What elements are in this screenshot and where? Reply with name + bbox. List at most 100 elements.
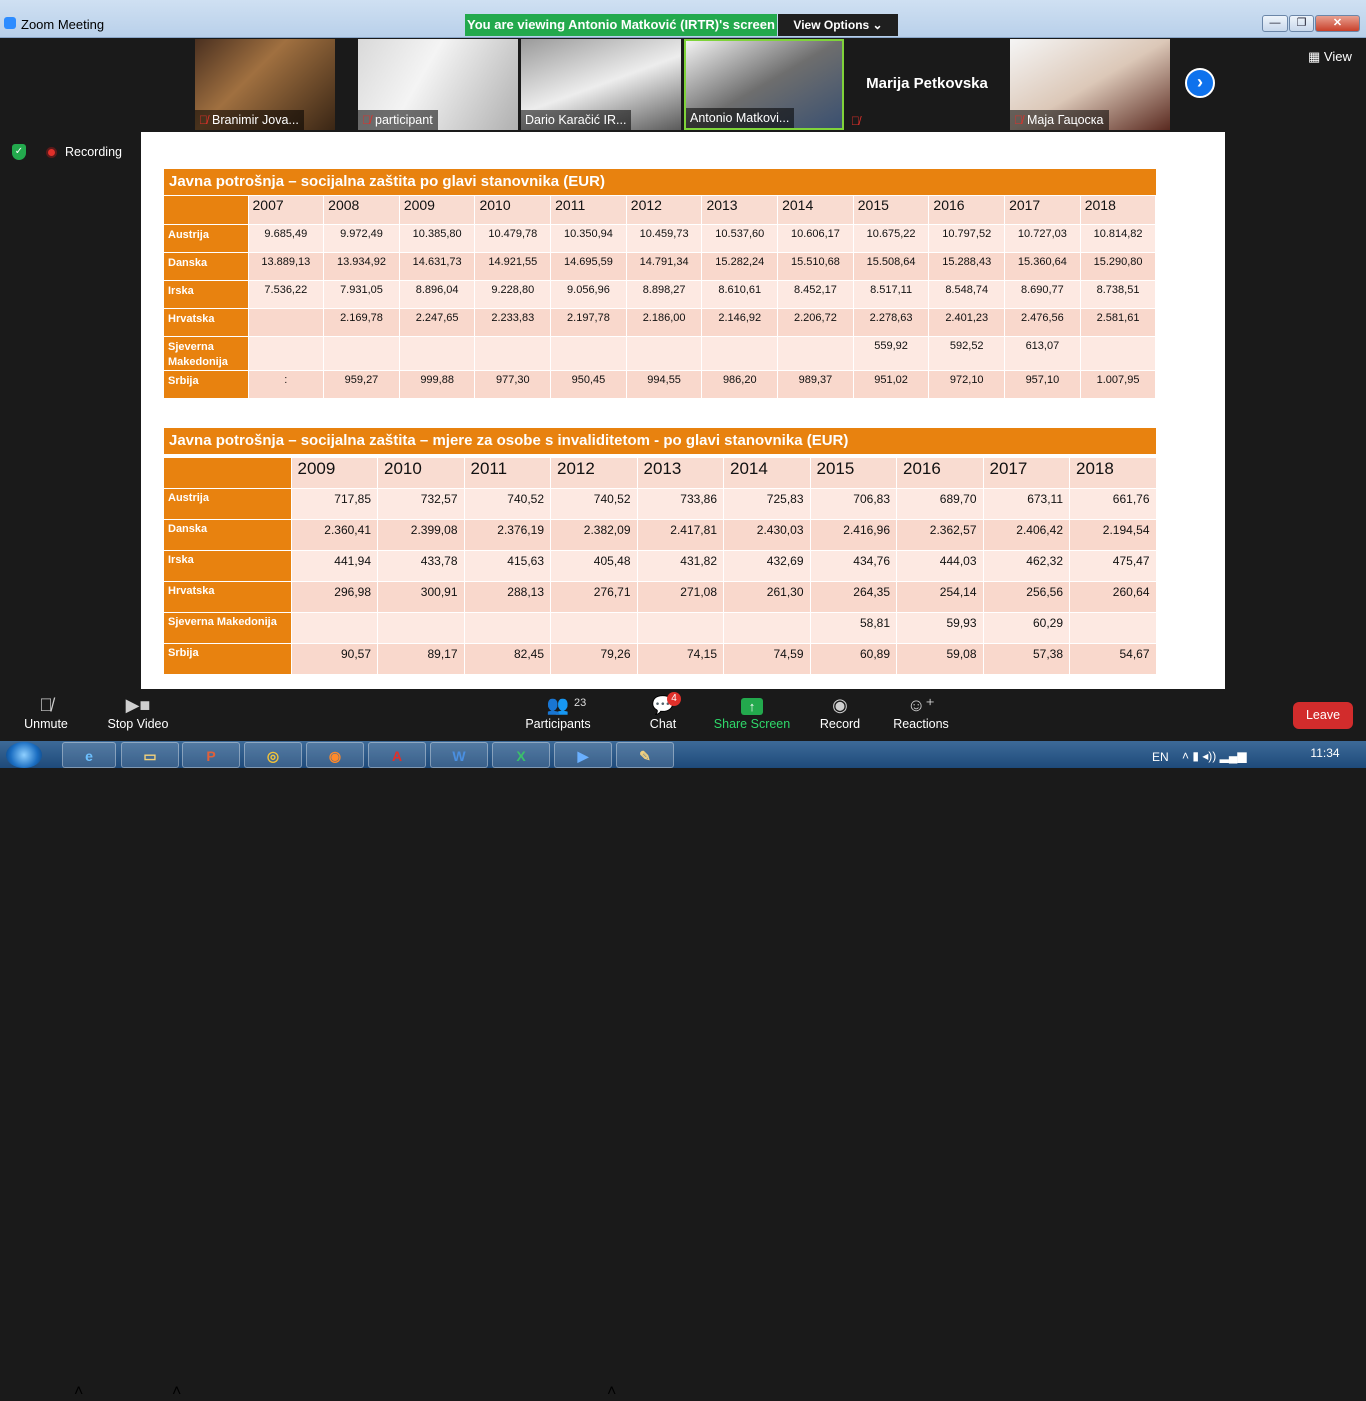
- participant-tile[interactable]: Dario Karačić IR...: [521, 39, 681, 130]
- value-cell: 717,85: [291, 488, 378, 520]
- value-cell: 733,86: [637, 488, 724, 520]
- recording-icon[interactable]: [46, 147, 57, 158]
- leave-button[interactable]: Leave: [1293, 702, 1353, 729]
- value-cell: 959,27: [323, 370, 400, 399]
- record-button[interactable]: ◉ Record: [818, 693, 862, 731]
- reactions-button[interactable]: ☺⁺ Reactions: [892, 693, 950, 731]
- value-cell: 89,17: [377, 643, 465, 675]
- table-corner: [164, 196, 249, 225]
- file-explorer-icon[interactable]: ▭: [121, 742, 179, 768]
- internet-explorer-icon[interactable]: e: [62, 742, 116, 768]
- maximize-button[interactable]: ❐: [1289, 15, 1314, 32]
- word-icon[interactable]: W: [430, 742, 488, 768]
- value-cell: 256,56: [983, 581, 1070, 613]
- stop-video-button[interactable]: ▶■ Stop Video: [106, 693, 170, 731]
- windows-start-icon[interactable]: [6, 742, 42, 768]
- chrome-icon[interactable]: ◎: [244, 742, 302, 768]
- year-header: 2013: [701, 196, 779, 225]
- value-cell: 977,30: [474, 370, 552, 399]
- year-header: 2016: [928, 196, 1006, 225]
- language-indicator[interactable]: EN: [1152, 750, 1169, 764]
- value-cell: 673,11: [983, 488, 1070, 520]
- zoom-taskbar-icon[interactable]: ▶: [554, 742, 612, 768]
- view-options-button[interactable]: View Options ⌄: [778, 14, 898, 36]
- shield-icon[interactable]: ✓: [12, 144, 26, 160]
- value-cell: 8.896,04: [399, 280, 476, 309]
- acrobat-icon[interactable]: A: [368, 742, 426, 768]
- close-button[interactable]: ✕: [1315, 15, 1360, 32]
- firefox-icon[interactable]: ◉: [306, 742, 364, 768]
- table-row: Hrvatska 296,98 300,91 288,13 276,71 271,08 26…: [164, 581, 1157, 613]
- value-cell: 60,89: [810, 643, 897, 675]
- table-corner: [164, 458, 292, 489]
- year-header: 2010: [474, 196, 552, 225]
- reactions-label: Reactions: [893, 717, 949, 731]
- value-cell: 9.685,49: [248, 224, 325, 253]
- value-cell: [464, 612, 551, 644]
- value-cell: [701, 336, 779, 371]
- powerpoint-icon[interactable]: P: [182, 742, 240, 768]
- share-screen-label: Share Screen: [713, 717, 791, 731]
- value-cell: 732,57: [377, 488, 465, 520]
- muted-mic-icon: 🎙̸: [39, 695, 53, 715]
- participant-name: Dario Karačić IR...: [525, 113, 627, 127]
- chevron-up-icon[interactable]: ˄: [607, 1383, 616, 1401]
- record-icon: ◉: [832, 695, 848, 715]
- clock[interactable]: 11:34: [1290, 746, 1360, 760]
- value-cell: 592,52: [928, 336, 1006, 371]
- chat-label: Chat: [649, 717, 677, 731]
- share-screen-button[interactable]: ↑ Share Screen: [712, 693, 792, 731]
- participant-tile[interactable]: 🎙̸ Branimir Jova...: [195, 39, 335, 130]
- value-cell: 2.406,42: [983, 519, 1070, 551]
- year-header: 2009: [291, 458, 378, 489]
- participant-tile[interactable]: 🎙̸ Maja Гацоска: [1010, 39, 1170, 130]
- value-cell: 271,08: [637, 581, 724, 613]
- table-row: Danska 2.360,41 2.399,08 2.376,19 2.382,09 2.…: [164, 519, 1157, 551]
- participant-name-label: Antonio Matkovi...: [686, 108, 795, 128]
- participant-name-label: 🎙̸ Maja Гацоска: [1010, 110, 1109, 130]
- chevron-up-icon[interactable]: ˄: [172, 1383, 181, 1401]
- value-cell: 264,35: [810, 581, 897, 613]
- paint-icon[interactable]: ✎: [616, 742, 674, 768]
- participant-tile[interactable]: Marija Petkovska 🎙̸: [847, 39, 1007, 130]
- year-header: 2011: [550, 196, 627, 225]
- chat-button[interactable]: 💬 4 Chat: [643, 692, 683, 731]
- value-cell: 441,94: [291, 550, 378, 582]
- value-cell: :: [248, 370, 325, 399]
- minimize-button[interactable]: —: [1262, 15, 1288, 32]
- value-cell: 10.479,78: [474, 224, 552, 253]
- value-cell: 14.791,34: [626, 252, 703, 281]
- view-button[interactable]: ▦ View: [1308, 49, 1352, 65]
- value-cell: 74,15: [637, 643, 724, 675]
- participants-button[interactable]: 👥 23 Participants: [524, 693, 592, 731]
- unmute-label: Unmute: [24, 717, 68, 731]
- year-header: 2009: [399, 196, 476, 225]
- chevron-right-icon[interactable]: ›: [1185, 68, 1215, 98]
- value-cell: 2.376,19: [464, 519, 551, 551]
- country-label: Srbija: [164, 370, 249, 399]
- value-cell: 433,78: [377, 550, 465, 582]
- participant-tile[interactable]: 🎙̸ participant: [358, 39, 518, 130]
- chevron-up-icon[interactable]: ˄: [74, 1383, 83, 1401]
- value-cell: 957,10: [1004, 370, 1081, 399]
- country-label: Sjeverna Makedonija: [164, 336, 249, 371]
- excel-icon[interactable]: X: [492, 742, 550, 768]
- value-cell: [291, 612, 378, 644]
- year-header: 2018: [1080, 196, 1157, 225]
- table-row: Danska 13.889,13 13.934,92 14.631,73 14.921,…: [164, 252, 1157, 281]
- value-cell: [248, 336, 325, 371]
- unmute-button[interactable]: 🎙̸ Unmute: [20, 693, 72, 731]
- value-cell: 2.247,65: [399, 308, 476, 337]
- system-tray-icons[interactable]: ˄ ▮ ◂)) ▂▄▆: [1182, 749, 1247, 763]
- value-cell: 10.797,52: [928, 224, 1006, 253]
- value-cell: 15.510,68: [777, 252, 854, 281]
- value-cell: 79,26: [550, 643, 638, 675]
- table-row: Srbija:959,27 999,88 977,30 950,45 994,55 986…: [164, 370, 1157, 399]
- value-cell: 8.517,11: [853, 280, 930, 309]
- country-label: Danska: [164, 252, 249, 281]
- value-cell: [626, 336, 703, 371]
- value-cell: 261,30: [723, 581, 811, 613]
- video-strip: 🎙̸ Branimir Jova... 🎙̸ participant Dario K…: [0, 38, 1366, 132]
- active-speaker-tile[interactable]: Antonio Matkovi...: [684, 39, 844, 130]
- country-label: Srbija: [164, 643, 292, 675]
